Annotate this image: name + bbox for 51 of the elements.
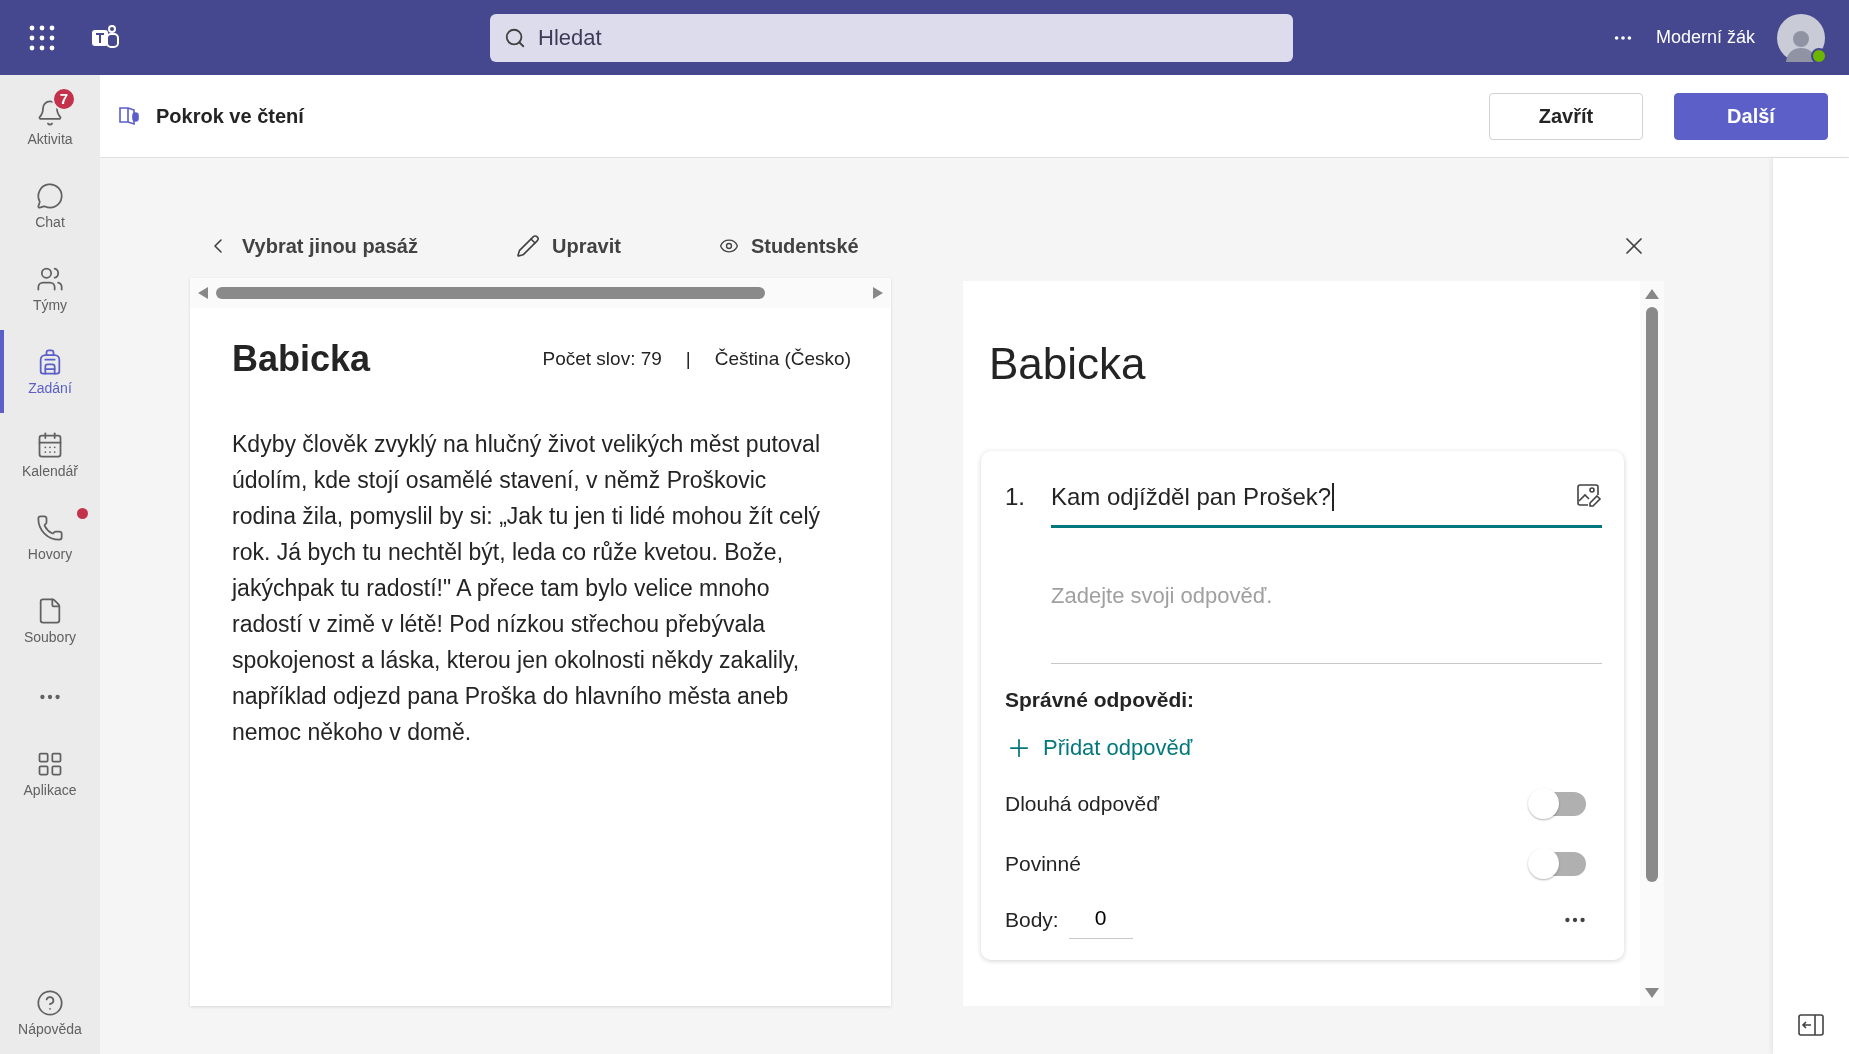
avatar[interactable] (1777, 13, 1825, 62)
sidebar-item[interactable]: Hovory (0, 496, 100, 579)
user-name: Moderní žák (1655, 27, 1755, 48)
separator: | (685, 348, 691, 370)
sidebar-item[interactable]: Týmy (0, 247, 100, 330)
close-button[interactable]: Zavřít (1489, 92, 1643, 140)
search-icon (504, 26, 526, 49)
toggle-label: Dlouhá odpověď (1005, 792, 1160, 816)
horizontal-scrollbar[interactable] (190, 278, 891, 308)
toolbar-button[interactable]: Upravit (515, 234, 621, 258)
word-count: Počet slov: 79 (542, 348, 662, 370)
sidebar-item[interactable]: Chat (0, 164, 100, 247)
page-title: Pokrok ve čtení (156, 104, 304, 128)
passage-title: Babicka (232, 338, 371, 380)
help-icon (36, 988, 64, 1017)
image-edit-icon[interactable] (1576, 483, 1602, 509)
sidebar-item[interactable]: Zadání (0, 330, 100, 413)
scroll-right-icon[interactable] (873, 287, 883, 299)
scroll-up-icon[interactable] (1645, 289, 1659, 299)
quiz-title: Babicka (989, 339, 1147, 389)
nav-icon (36, 513, 64, 542)
toolbar-button[interactable]: Vybrat jinou pasáž (206, 234, 418, 258)
passage-text: Kdyby člověk zvyklý na hlučný život velikých měst putoval údolím, kde stojí osamělé stavení, v němž Proškovic rodina žila, pomyslil by si: „Jak tu jen ti lidé mohou žít celý rok. Já bych tu nechtěl být, leda co růže kvetou. Bože, jakýchpak tu radostí!" A přece tam bylo velice mnoho radostí v zimě v létě! Pod nízkou střechou přebývala spokojenost a láska, kterou jen okolnosti někdy zakalily, například odjezd pana Proška do hlavního města aneb nemoc někoho v domě. (232, 430, 821, 747)
next-button[interactable]: Další (1674, 92, 1828, 140)
reading-icon (118, 104, 142, 128)
pencil-icon (515, 234, 540, 258)
question-number: 1. (1005, 482, 1026, 511)
scrollbar-thumb[interactable] (216, 287, 765, 299)
add-answer-link[interactable]: Přidat odpověď (1005, 734, 1193, 762)
language: Čeština (Česko) (714, 348, 851, 370)
sidebar-item[interactable]: Nápověda (0, 971, 100, 1054)
sidebar-item[interactable]: 7 Aktivita (0, 81, 100, 164)
expand-panel-icon[interactable] (1798, 1014, 1824, 1036)
app-launcher-icon[interactable] (28, 23, 56, 52)
scroll-left-icon[interactable] (198, 287, 208, 299)
points-label: Body: (1005, 908, 1059, 932)
vertical-scrollbar[interactable] (1640, 281, 1664, 1006)
toolbar-button[interactable]: Studentské (718, 234, 859, 258)
nav-icon (36, 181, 64, 210)
scroll-down-icon[interactable] (1645, 988, 1659, 998)
sidebar-item[interactable]: Kalendář (0, 413, 100, 496)
notification-badge: 7 (52, 86, 76, 111)
sidebar-item[interactable]: Aplikace (0, 732, 100, 815)
search-bar[interactable]: Hledat (490, 13, 1293, 62)
sidebar-item[interactable]: Soubory (0, 579, 100, 662)
points-field[interactable]: 0 (1068, 901, 1133, 939)
correct-answers-label: Správné odpovědi: (1005, 688, 1196, 712)
nav-icon (36, 430, 64, 459)
toggle-label: Povinné (1005, 852, 1081, 876)
scrollbar-thumb[interactable] (1646, 307, 1658, 882)
search-field[interactable]: Hledat (536, 23, 1279, 52)
